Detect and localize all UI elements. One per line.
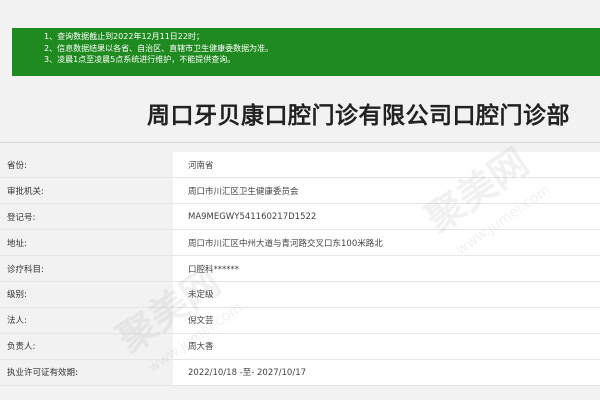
notice-banner: 1、查询数据截止到2022年12月11日22时； 2、信息数据结果以各省、自治区… [12,28,600,76]
row-label-license-validity: 执业许可证有效期: [0,359,173,386]
row-value-principal: 周大香 [173,333,600,360]
notice-line-2: 2、信息数据结果以各省、自治区、直辖市卫生健康委数据为准。 [44,43,274,53]
table-row: 执业许可证有效期: 2022/10/18 -至- 2027/10/17 [0,359,600,386]
table-row: 级别: 未定级 [0,281,600,308]
row-value-license-validity: 2022/10/18 -至- 2027/10/17 [173,359,600,386]
table-row: 负责人: 周大香 [0,333,600,360]
row-value-legal-person: 倪文芸 [173,307,600,334]
row-label-departments: 诊疗科目: [0,255,173,282]
info-table: 省份: 河南省 审批机关: 周口市川汇区卫生健康委员会 登记号: MA9MEGW… [0,152,600,386]
row-value-level: 未定级 [173,281,600,308]
table-row: 地址: 周口市川汇区中州大道与青河路交叉口东100米路北 [0,229,600,257]
table-row: 审批机关: 周口市川汇区卫生健康委员会 [0,177,600,205]
table-row: 诊疗科目: 口腔科****** [0,255,600,282]
page-title: 周口牙贝康口腔门诊有限公司口腔门诊部 [147,103,570,129]
row-label-province: 省份: [0,152,173,179]
table-row: 省份: 河南省 [0,152,600,179]
row-label-legal-person: 法人: [0,307,173,334]
row-label-level: 级别: [0,281,173,308]
row-value-province: 河南省 [173,152,600,179]
row-label-registration: 登记号: [0,203,173,231]
row-value-address: 周口市川汇区中州大道与青河路交叉口东100米路北 [173,229,600,257]
notice-line-3: 3、凌晨1点至凌晨5点系统进行维护，不能提供查询。 [44,55,236,64]
row-label-principal: 负责人: [0,333,173,360]
notice-line-1: 1、查询数据截止到2022年12月11日22时； [44,32,204,41]
table-row: 登记号: MA9MEGWY541160217D1522 [0,203,600,231]
table-row: 法人: 倪文芸 [0,307,600,334]
divider [0,142,600,143]
row-label-address: 地址: [0,229,173,257]
row-value-departments: 口腔科****** [173,255,600,282]
row-value-authority: 周口市川汇区卫生健康委员会 [173,177,600,205]
row-value-registration: MA9MEGWY541160217D1522 [173,203,600,231]
row-label-authority: 审批机关: [0,177,173,205]
